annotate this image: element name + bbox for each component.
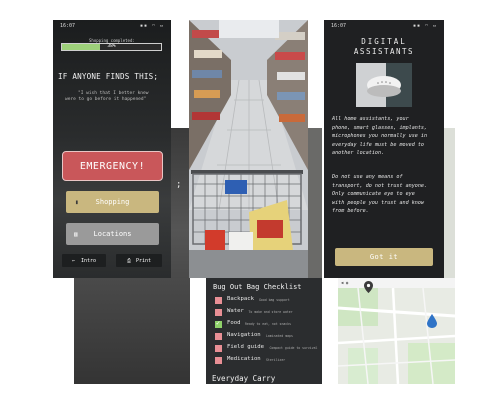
checklist-item-label: Medication	[227, 356, 261, 362]
checklist-title: Bug Out Bag Checklist	[213, 283, 302, 291]
map-header-bar: ◀ ◉	[338, 278, 455, 288]
location-pin-icon[interactable]	[364, 281, 373, 293]
everyday-carry-label: Everyday Carry	[212, 374, 276, 383]
back-arrow-icon: ←	[71, 257, 75, 264]
paragraph-line: Only communicate eye to eye	[332, 191, 415, 197]
got-it-label: Got it	[369, 253, 399, 261]
checklist-item[interactable]: Water To make and store water	[215, 308, 320, 318]
checklist-item-note: To make and store water	[248, 309, 293, 314]
checklist-item-note: Good bag support	[259, 297, 290, 302]
intro-button[interactable]: ← Intro	[62, 254, 106, 267]
water-drop-icon[interactable]	[427, 314, 437, 328]
status-bar: 16:07 ▪▪ ◠ ▭	[324, 23, 444, 31]
checkbox[interactable]	[215, 297, 222, 304]
checked-checkbox-icon[interactable]: ✓	[215, 319, 222, 328]
checklist-item-label: Water	[227, 308, 244, 314]
checkbox[interactable]	[215, 345, 222, 352]
map-view[interactable]	[338, 288, 455, 384]
paragraph-line: All home assistants, your	[332, 116, 409, 122]
checklist-item-note: Laminated maps	[266, 333, 293, 338]
checklist-item[interactable]: Backpack Good bag support	[215, 296, 320, 306]
paragraph-line: Do not use any means of	[332, 174, 403, 180]
checklist-item[interactable]: Navigation Laminated maps	[215, 332, 320, 342]
progress-value: 38%	[107, 44, 116, 49]
checkbox[interactable]	[215, 357, 222, 364]
emergency-button[interactable]: EMERGENCY!	[62, 151, 163, 181]
checklist-item-label: Backpack	[227, 296, 254, 302]
checklist-item-note: Ready to eat, not snacks	[245, 321, 292, 326]
shopping-button[interactable]: ▮ Shopping	[66, 191, 159, 213]
locations-label: Locations	[93, 230, 132, 238]
signal-battery-icon: ▪▪ ◠ ▭	[139, 23, 164, 29]
checklist-item[interactable]: Field guide Compact guide to survival	[215, 344, 320, 354]
grocery-store-photo	[189, 20, 308, 278]
title-line-2: ASSISTANTS	[353, 47, 415, 56]
paragraph-line: transport, do not trust anyone.	[332, 182, 428, 189]
paragraph-line: everyday life must be moved to	[332, 141, 425, 148]
checkbox[interactable]	[215, 309, 222, 316]
smart-speaker-image	[356, 63, 412, 107]
page-title: IF ANYONE FINDS THIS;	[58, 72, 159, 81]
signal-battery-icon: ▪▪ ◠ ▭	[412, 23, 437, 29]
print-button[interactable]: ⎙ Print	[116, 254, 162, 267]
paragraph-line: another location.	[332, 150, 385, 156]
paragraph-line: phone, smart glasses, implants,	[332, 124, 428, 131]
checklist-item-label: Food	[227, 320, 241, 326]
quote-line-1: "I wish that I better knew	[78, 91, 149, 96]
checklist-item[interactable]: ✓ Food Ready to eat, not snacks	[215, 319, 320, 330]
checklist-item-note: Sterilizer	[266, 357, 286, 362]
printer-icon: ⎙	[126, 257, 131, 264]
background-texture	[74, 278, 190, 384]
locations-button[interactable]: ▥ Locations	[66, 223, 159, 245]
cart-icon: ▮	[75, 198, 79, 206]
progress-bar: 38%	[61, 43, 162, 51]
checklist-item-note: Compact guide to survival	[269, 345, 318, 350]
checkbox[interactable]	[215, 333, 222, 340]
paragraph-1: All home assistants, your phone, smart gl…	[332, 115, 427, 158]
title-line-1: DIGITAL	[361, 37, 407, 46]
paragraph-line: from before.	[332, 208, 369, 214]
map-icon: ▥	[74, 230, 78, 238]
digital-assistants-phone: 16:07 ▪▪ ◠ ▭ DIGITAL ASSISTANTS All home…	[324, 20, 444, 278]
paragraph-line: with people you trust and know	[332, 199, 425, 206]
status-bar: 16:07 ▪▪ ◠ ▭	[53, 23, 171, 31]
intro-label: Intro	[80, 257, 97, 264]
shopping-label: Shopping	[95, 198, 130, 206]
status-time: 16:07	[60, 23, 76, 29]
got-it-button[interactable]: Got it	[335, 248, 433, 266]
quote-line-2: were to go before it happened"	[65, 97, 147, 102]
print-label: Print	[135, 257, 152, 264]
emergency-phone: 16:07 ▪▪ ◠ ▭ Shopping completed: 38% IF …	[53, 20, 171, 278]
status-time: 16:07	[331, 23, 347, 29]
paragraph-2: Do not use any means of transport, do not…	[332, 173, 427, 216]
checklist-item[interactable]: Medication Sterilizer	[215, 356, 320, 366]
supermarket-aisle-image	[189, 20, 308, 278]
paragraph-line: microphones you normally use in	[332, 133, 428, 139]
checklist-item-label: Field guide	[227, 344, 265, 350]
headline-fragment: ;	[176, 180, 182, 190]
emergency-label: EMERGENCY!	[79, 160, 146, 172]
checklist-item-label: Navigation	[227, 332, 261, 338]
